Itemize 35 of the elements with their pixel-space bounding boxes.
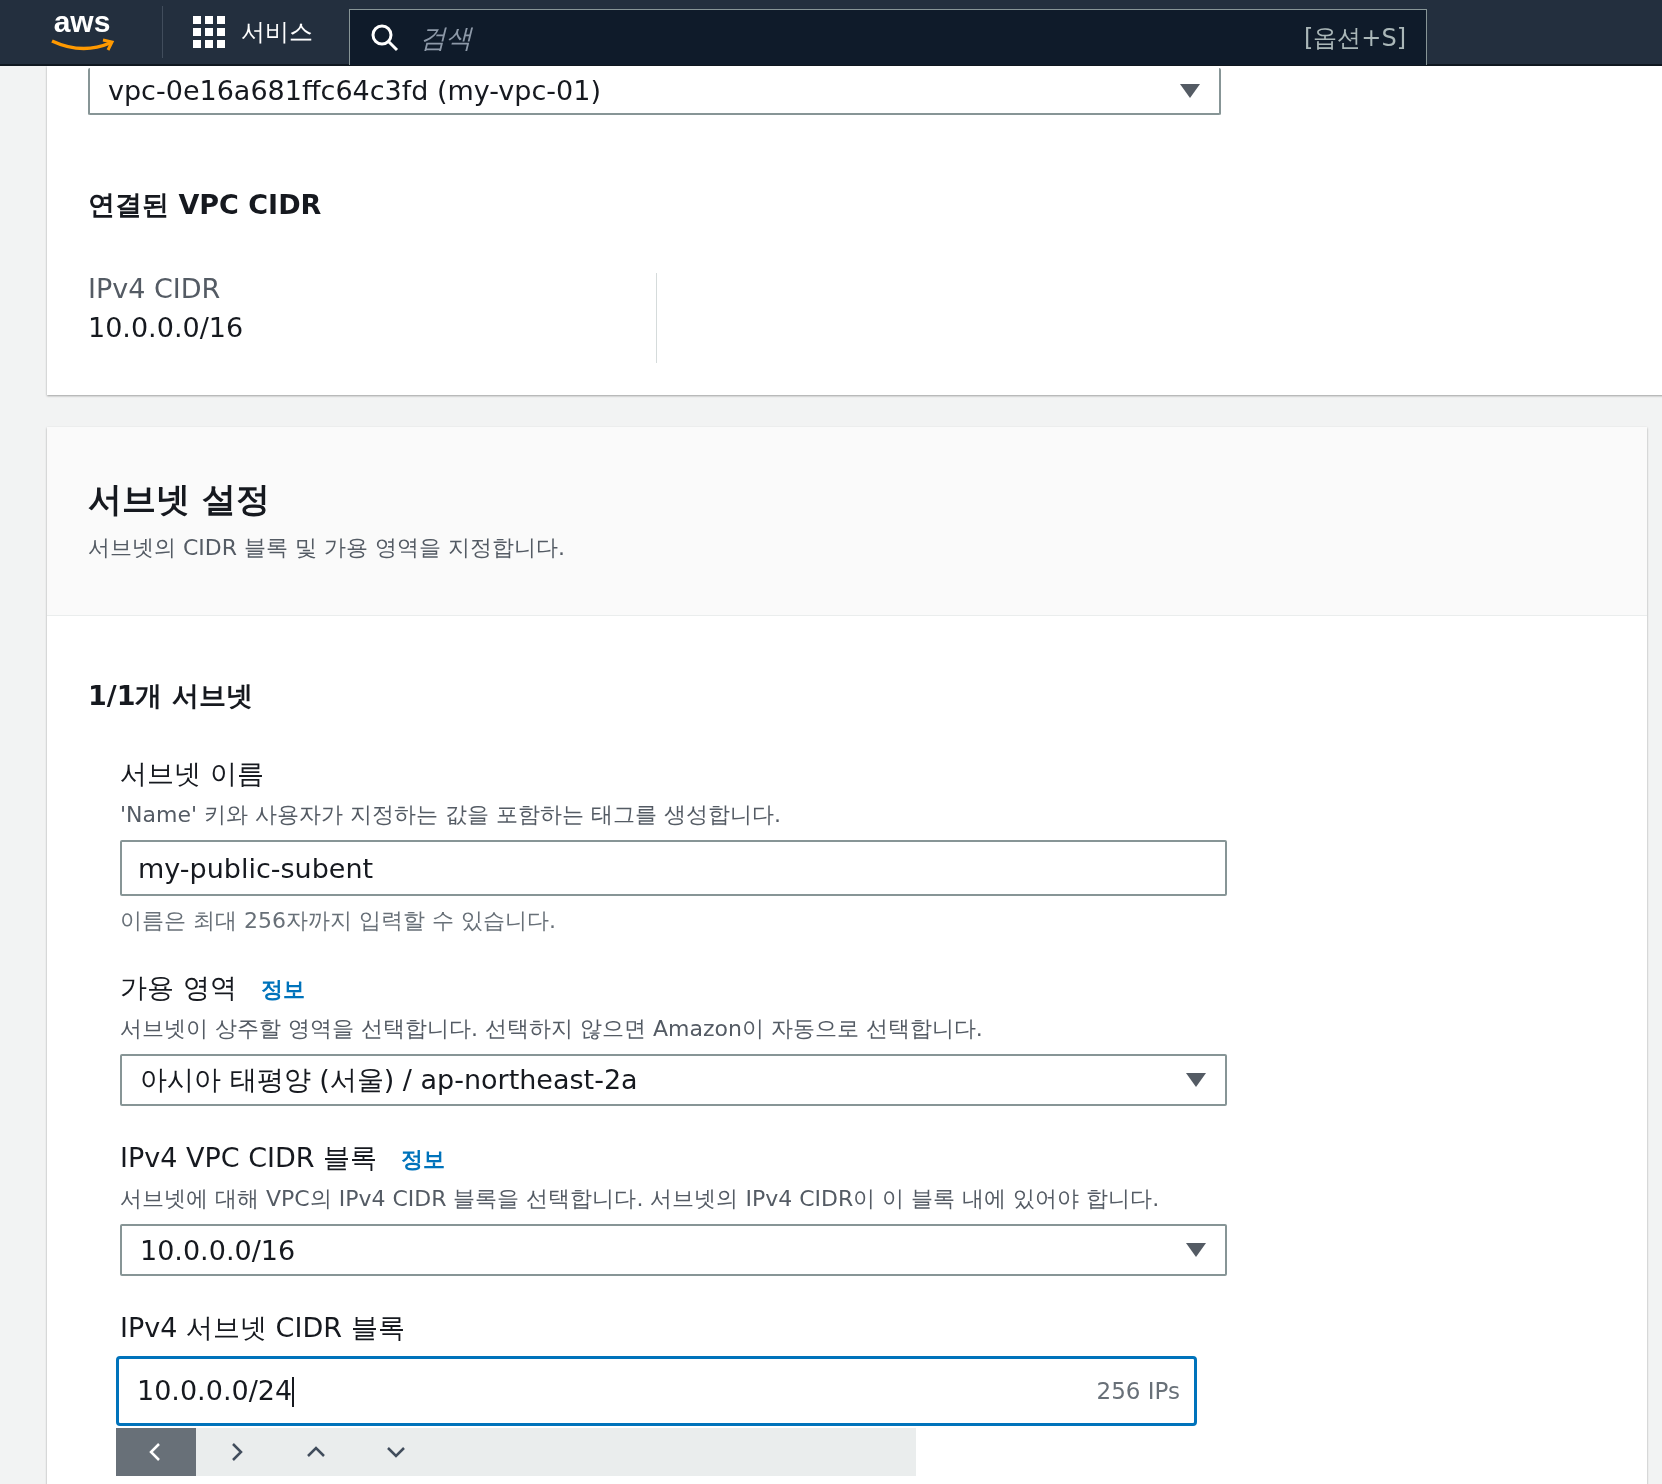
- search-icon: [370, 22, 400, 53]
- section-heading: 연결된 VPC CIDR: [88, 188, 323, 222]
- field-label: 가용 영역: [120, 971, 237, 1005]
- services-menu-button[interactable]: 서비스: [193, 16, 349, 48]
- chevron-button[interactable]: [116, 1428, 196, 1476]
- field-description: 서브넷이 상주할 영역을 선택합니다. 선택하지 않으면 Amazon이 자동으로 선택합니다.: [120, 1015, 984, 1043]
- section-description: 서브넷의 CIDR 블록 및 가용 영역을 지정합니다.: [88, 534, 567, 562]
- vpc-dropdown[interactable]: vpc-0e16a681ffc64c3fd (my-vpc-01): [88, 68, 1221, 115]
- caret-icon: [1185, 1242, 1207, 1258]
- field-label: IPv4 서브넷 CIDR 블록: [120, 1311, 405, 1345]
- field-label: IPv4 CIDR: [88, 273, 222, 304]
- text-input[interactable]: my-public-subent: [120, 840, 1227, 896]
- field-value: 10.0.0.0/16: [88, 312, 245, 343]
- field-label: IPv4 VPC CIDR 블록: [120, 1141, 378, 1175]
- text-cursor: [292, 1377, 295, 1408]
- dropdown[interactable]: 10.0.0.0/16: [120, 1224, 1227, 1276]
- cidr-input[interactable]: 10.0.0.0/24 256 IPs: [116, 1356, 1197, 1426]
- search-field[interactable]: 검색 [옵션+S]: [349, 9, 1427, 65]
- field-label: 서브넷 이름: [120, 757, 264, 791]
- grid-icon: [193, 16, 225, 48]
- info-link[interactable]: 정보: [260, 975, 305, 1005]
- field-description: 서브넷에 대해 VPC의 IPv4 CIDR 블록을 선택합니다. 서브넷의 IPv4 CIDR이 이 블록 내에 있어야 합니다.: [120, 1185, 1161, 1213]
- subnet-heading: 1/1개 서브넷: [88, 679, 254, 713]
- smile-arrow-icon: [49, 38, 115, 52]
- field-description: 'Name' 키와 사용자가 지정하는 값을 포함하는 태그를 생성합니다.: [120, 801, 782, 829]
- ip-count: 256 IPs: [1096, 1378, 1180, 1404]
- info-link[interactable]: 정보: [401, 1145, 446, 1175]
- logo-text[interactable]: aws: [53, 6, 111, 38]
- caret-icon: [1179, 82, 1201, 99]
- field-hint: 이름은 최대 256자까지 입력할 수 있습니다.: [120, 907, 557, 935]
- keyboard-shortcut: [옵션+S]: [1303, 22, 1406, 54]
- dropdown[interactable]: 아시아 태평양 (서울) / ap-northeast-2a: [120, 1054, 1227, 1106]
- search-input[interactable]: 검색: [418, 21, 1286, 54]
- caret-icon: [1185, 1072, 1207, 1088]
- section-title: 서브넷 설정: [88, 478, 271, 521]
